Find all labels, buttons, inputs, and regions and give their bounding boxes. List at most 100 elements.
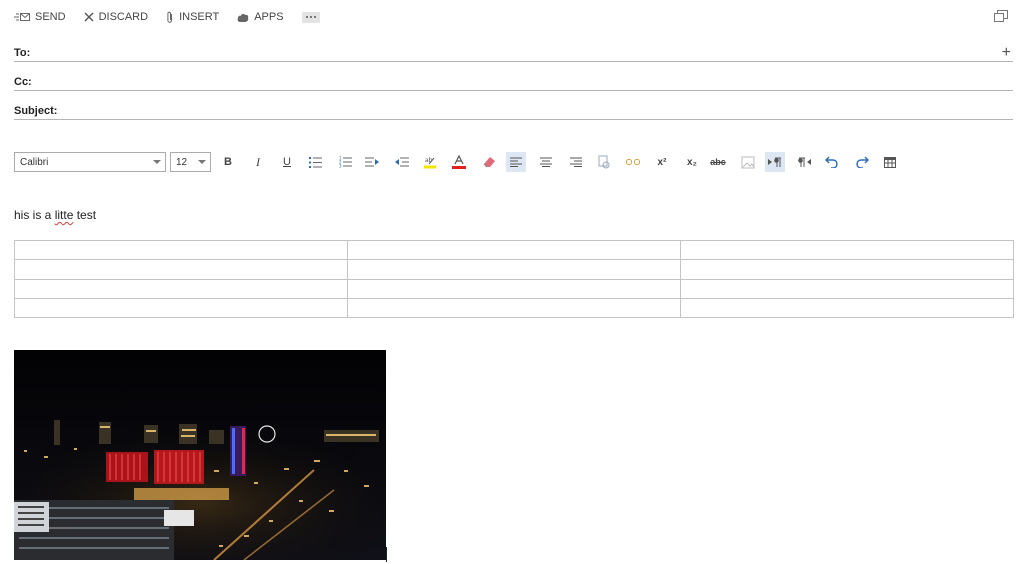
picture-icon [741,156,755,168]
discard-button[interactable]: DISCARD [84,11,148,23]
table-row [14,239,1014,261]
subject-field[interactable]: Subject: [14,105,1013,120]
underline-icon: U [283,156,291,168]
align-left-button[interactable] [506,152,526,172]
numbering-button[interactable]: 123 [335,152,355,172]
subject-input[interactable] [74,105,993,118]
popout-icon[interactable] [994,9,1008,27]
insert-link-button[interactable] [594,152,614,172]
paperclip-icon [166,11,174,24]
right-to-left-icon [798,157,811,167]
table-row [14,278,1014,299]
decrease-indent-icon [395,157,409,167]
redo-icon [856,156,869,168]
table-row [14,297,1014,319]
insert-picture-button[interactable] [738,152,758,172]
chevron-down-icon [198,160,206,164]
formatting-toolbar: Calibri 12 B I U 123 ab x² x₂ abc [14,152,1014,172]
table-cell[interactable] [14,239,348,261]
message-body-text[interactable]: his is a litte test [14,208,96,222]
italic-icon: I [256,154,260,169]
align-right-button[interactable] [566,152,586,172]
eraser-icon [483,157,495,168]
table-cell[interactable] [347,278,681,299]
apps-icon [237,12,249,23]
numbered-list-icon: 123 [339,156,352,168]
rtl-direction-button[interactable] [795,152,815,172]
underline-button[interactable]: U [277,152,297,172]
close-icon [84,12,94,22]
subject-label: Subject: [14,105,58,117]
text-cursor [386,547,387,562]
to-input[interactable] [64,47,993,60]
font-size-select[interactable]: 12 [170,152,211,172]
chevron-down-icon [153,160,161,164]
table-cell[interactable] [347,259,681,280]
bullets-button[interactable] [305,152,325,172]
unlink-icon [626,159,640,165]
cc-input[interactable] [64,76,993,89]
insert-table-button[interactable] [880,152,900,172]
subscript-icon: x₂ [686,156,697,168]
superscript-icon: x² [657,156,667,168]
superscript-button[interactable]: x² [652,152,672,172]
table-cell[interactable] [14,259,348,280]
undo-icon [825,156,838,168]
send-button[interactable]: SEND [14,11,66,23]
table-cell[interactable] [680,278,1014,299]
message-text-before: his is a [14,208,55,222]
align-right-icon [570,157,582,167]
insert-label: INSERT [179,11,220,23]
align-center-icon [540,157,552,167]
italic-button[interactable]: I [248,152,268,172]
add-recipient-icon[interactable]: + [1002,45,1011,61]
message-text-after: test [73,208,97,222]
decrease-indent-button[interactable] [392,152,412,172]
ltr-direction-button[interactable] [765,152,785,172]
align-center-button[interactable] [536,152,556,172]
strikethrough-button[interactable]: abc [708,152,728,172]
increase-indent-button[interactable] [362,152,382,172]
font-size-value: 12 [176,157,188,168]
redo-button[interactable] [852,152,872,172]
command-bar: SEND DISCARD INSERT APPS [14,8,320,26]
inserted-table[interactable] [14,239,1014,319]
increase-indent-icon [365,157,379,167]
highlighter-icon: ab [424,157,436,169]
apps-button[interactable]: APPS [237,11,284,23]
svg-text:3: 3 [339,164,342,169]
highlight-button[interactable]: ab [420,152,440,172]
table-icon [884,156,896,168]
misspelled-word[interactable]: litte [55,208,74,222]
align-left-icon [510,157,522,167]
bold-button[interactable]: B [218,152,238,172]
undo-button[interactable] [822,152,842,172]
table-cell[interactable] [14,297,348,319]
table-cell[interactable] [680,297,1014,319]
subscript-button[interactable]: x₂ [682,152,702,172]
font-name-select[interactable]: Calibri [14,152,166,172]
send-icon [14,12,30,22]
to-field[interactable]: To: + [14,45,1013,62]
font-name-value: Calibri [20,157,49,168]
table-row [14,259,1014,280]
remove-link-button[interactable] [623,152,643,172]
link-document-icon [598,155,610,169]
clear-formatting-button[interactable] [479,152,499,172]
font-color-button[interactable] [449,152,469,172]
table-cell[interactable] [347,297,681,319]
table-cell[interactable] [680,239,1014,261]
bullet-list-icon [308,156,322,168]
insert-button[interactable]: INSERT [166,11,219,24]
table-cell[interactable] [14,278,348,299]
font-color-icon [452,155,466,169]
apps-label: APPS [254,11,284,23]
table-cell[interactable] [347,239,681,261]
bold-icon: B [224,156,232,168]
inline-photo[interactable] [14,350,386,560]
cc-field[interactable]: Cc: [14,76,1013,91]
cc-label: Cc: [14,76,32,88]
left-to-right-icon [768,157,781,167]
more-options-button[interactable] [301,11,320,23]
table-cell[interactable] [680,259,1014,280]
